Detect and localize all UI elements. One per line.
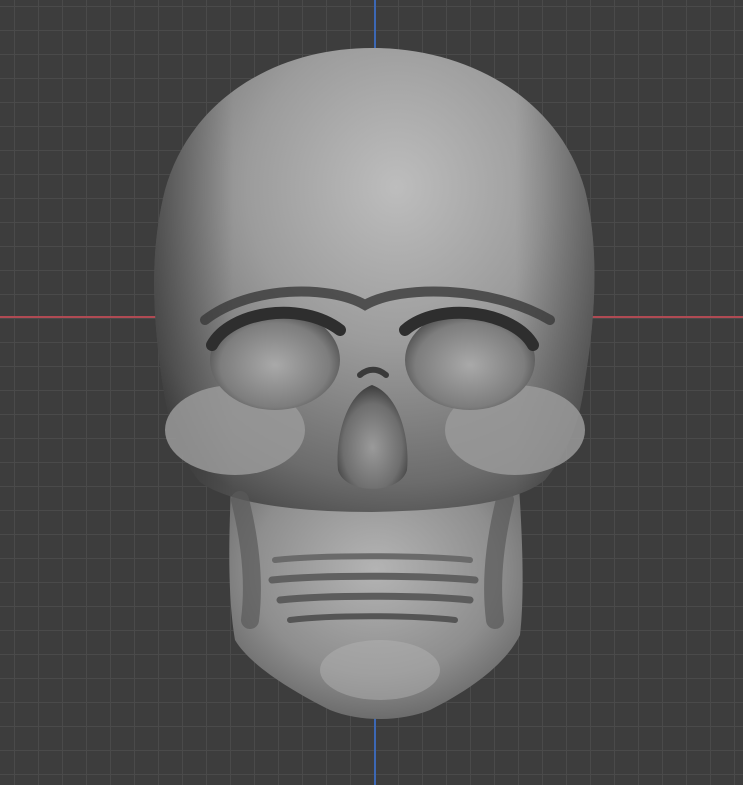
skull-mesh[interactable] (0, 0, 743, 785)
3d-viewport[interactable] (0, 0, 743, 785)
